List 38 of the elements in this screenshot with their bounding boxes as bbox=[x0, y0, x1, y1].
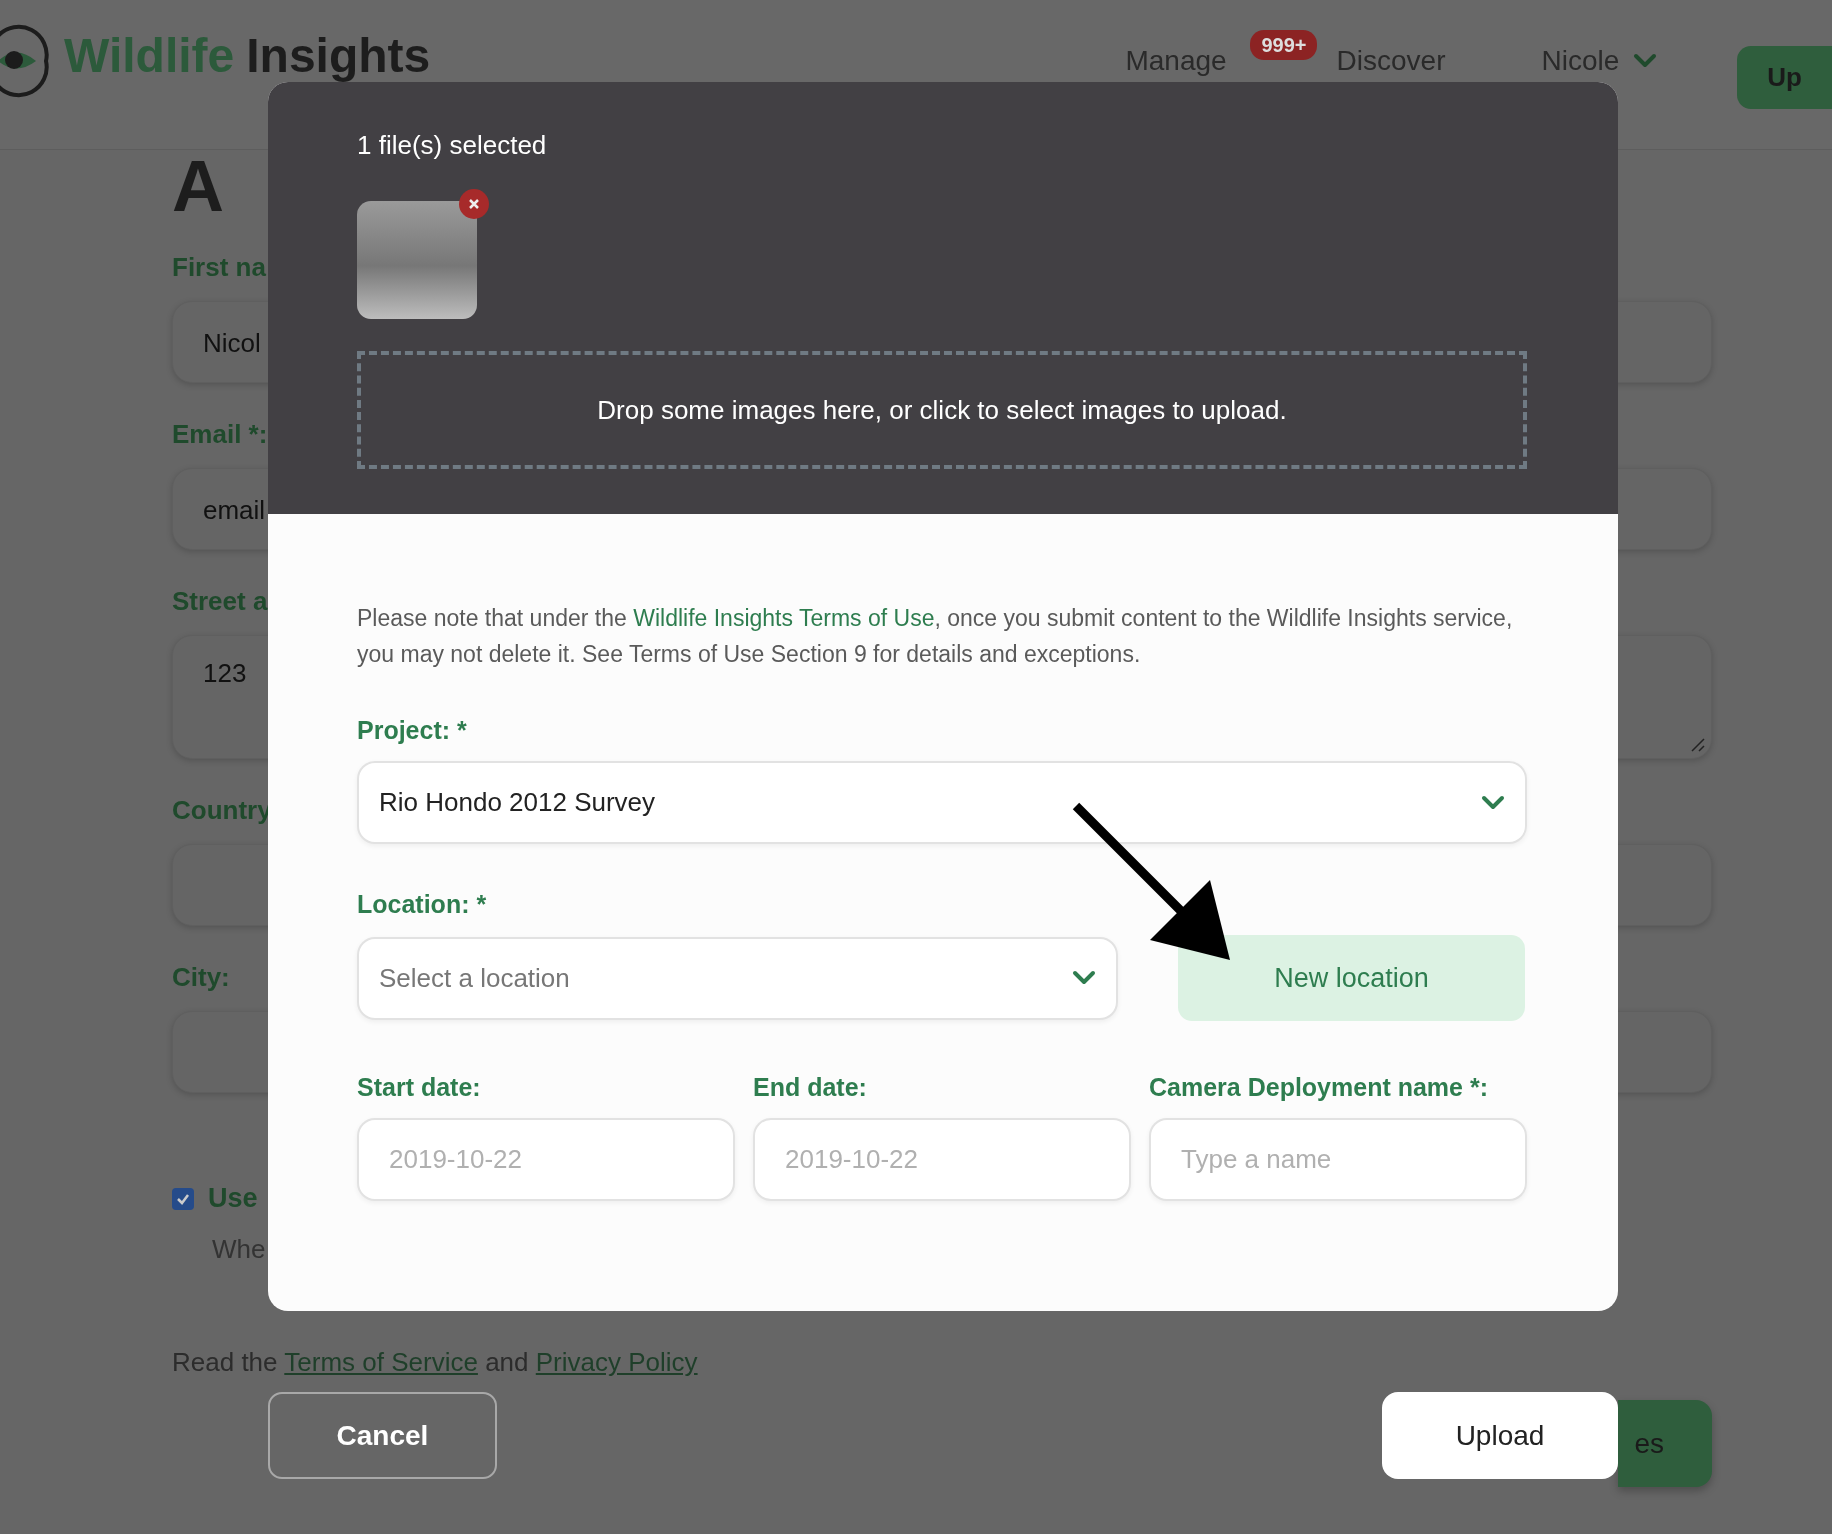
field-label: Start date: bbox=[357, 1073, 482, 1102]
chevron-down-icon bbox=[1633, 53, 1658, 70]
nav-link[interactable]: Discover bbox=[1336, 46, 1446, 77]
save-button[interactable]: es bbox=[1618, 1400, 1712, 1487]
field-label: End date: bbox=[753, 1073, 868, 1102]
terms-of-use-link[interactable]: Wildlife Insights Terms of Use bbox=[633, 605, 935, 631]
page-heading: A bbox=[172, 150, 224, 222]
logo-word: Insights bbox=[246, 32, 431, 80]
notification-count: 999+ bbox=[1250, 30, 1318, 60]
input-field[interactable]: Type a name bbox=[1149, 1118, 1527, 1201]
upload-button[interactable]: Upload bbox=[1382, 1392, 1618, 1479]
logo-word: Wildlife bbox=[64, 32, 235, 80]
field-label: City: bbox=[172, 962, 230, 993]
field-label: First na bbox=[172, 252, 266, 283]
dropzone[interactable]: Drop some images here, or click to select images to upload. bbox=[357, 351, 1527, 469]
project-select[interactable]: Rio Hondo 2012 Survey bbox=[357, 761, 1527, 844]
field-label: Camera Deployment name *: bbox=[1149, 1073, 1489, 1102]
chevron-down-icon bbox=[1072, 970, 1096, 986]
field-label: Project: * bbox=[357, 716, 468, 745]
field-label: Location: * bbox=[357, 890, 488, 919]
notice-text: Please note that under the Wildlife Insights Terms of Use, once you submit content to the Wildlife Insights service, you may not delete it. See Terms of Use Section 9 for details and exceptions. bbox=[357, 604, 1514, 669]
resize-grip-icon[interactable] bbox=[1691, 738, 1705, 752]
selected-count: 1 file(s) selected bbox=[357, 130, 548, 161]
field-label: Country bbox=[172, 795, 272, 826]
user-menu[interactable]: Nicole bbox=[1541, 46, 1620, 77]
upload-nav-button[interactable]: Up bbox=[1737, 46, 1832, 109]
input-field[interactable]: 2019-10-22 bbox=[753, 1118, 1131, 1201]
input-field[interactable]: 2019-10-22 bbox=[357, 1118, 735, 1201]
checkbox[interactable] bbox=[172, 1187, 194, 1210]
remove-icon[interactable] bbox=[459, 189, 489, 219]
location-select[interactable]: Select a location bbox=[357, 936, 1118, 1020]
field-label: Email *: bbox=[172, 419, 268, 450]
terms-text: Read the Terms of Service and Privacy Policy bbox=[172, 1347, 699, 1378]
cancel-button[interactable]: Cancel bbox=[268, 1392, 497, 1479]
chevron-down-icon bbox=[1481, 794, 1505, 811]
new-location-button[interactable]: New location bbox=[1178, 935, 1525, 1021]
field-label: Street a bbox=[172, 586, 268, 617]
checkbox-label: Use bbox=[208, 1183, 258, 1214]
